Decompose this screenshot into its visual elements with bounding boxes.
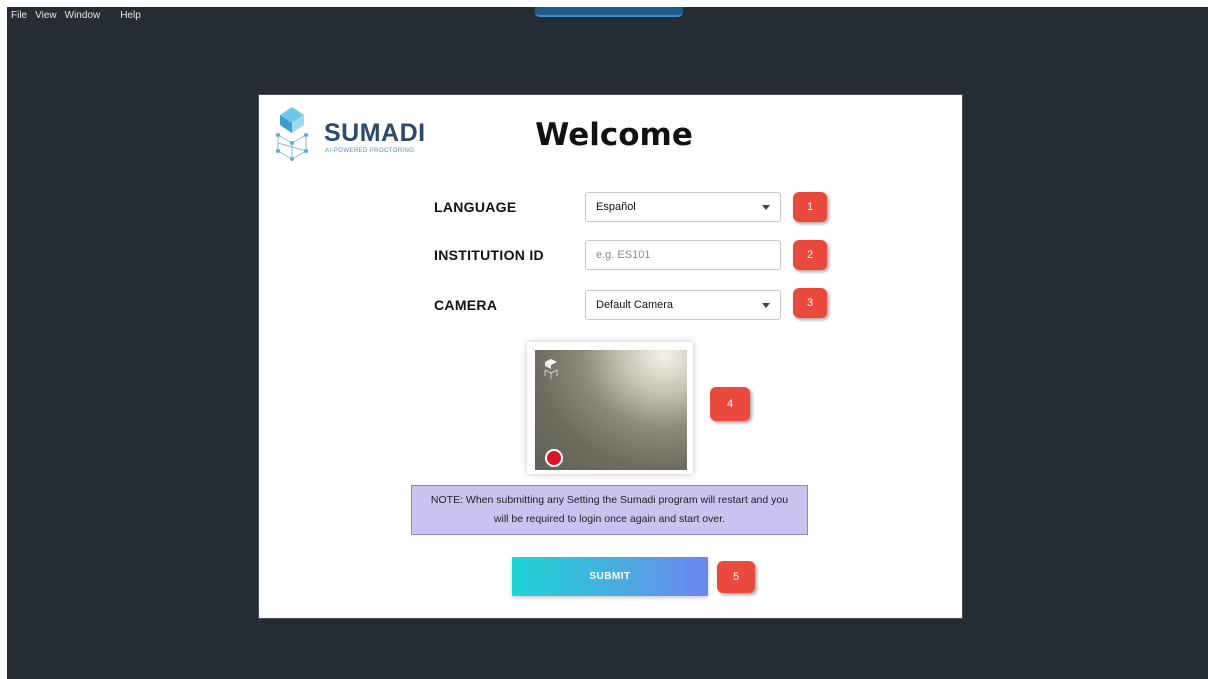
camera-preview xyxy=(527,342,693,474)
page-title: Welcome xyxy=(535,117,693,153)
menu-help[interactable]: Help xyxy=(116,7,145,25)
language-select[interactable]: Español xyxy=(585,192,781,222)
top-tab[interactable] xyxy=(535,7,683,17)
note-line-1: NOTE: When submitting any Setting the Su… xyxy=(430,494,789,506)
institution-id-placeholder: e.g. ES101 xyxy=(596,249,651,261)
note-line-2: will be required to login once again and… xyxy=(493,513,726,525)
chevron-down-icon xyxy=(762,303,770,308)
sumadi-cube-icon xyxy=(276,107,308,161)
institution-id-label: INSTITUTION ID xyxy=(434,247,544,263)
language-value: Español xyxy=(596,201,636,213)
logo-wordmark: SUMADI xyxy=(324,119,426,147)
logo-tagline: AI-POWERED PROCTORING xyxy=(325,148,415,154)
sumadi-logo: SUMADI AI-POWERED PROCTORING xyxy=(274,105,434,165)
record-indicator-icon xyxy=(545,449,563,467)
camera-select[interactable]: Default Camera xyxy=(585,290,781,320)
camera-value: Default Camera xyxy=(596,299,674,311)
step-badge-1: 1 xyxy=(793,192,827,222)
menu-view[interactable]: View xyxy=(31,7,61,25)
submit-button[interactable]: SUBMIT xyxy=(512,557,708,596)
step-badge-4: 4 xyxy=(710,387,750,421)
restart-note: NOTE: When submitting any Setting the Su… xyxy=(411,485,808,535)
welcome-card: SUMADI AI-POWERED PROCTORING Welcome LAN… xyxy=(258,94,963,619)
chevron-down-icon xyxy=(762,205,770,210)
step-badge-3: 3 xyxy=(793,288,827,318)
language-label: LANGUAGE xyxy=(434,199,517,215)
step-badge-2: 2 xyxy=(793,240,827,270)
camera-label: CAMERA xyxy=(434,297,498,313)
institution-id-input[interactable]: e.g. ES101 xyxy=(585,240,781,270)
camera-feed xyxy=(535,350,687,470)
menu-file[interactable]: File xyxy=(7,7,31,25)
menu-window[interactable]: Window xyxy=(61,7,105,25)
step-badge-5: 5 xyxy=(717,561,755,593)
sumadi-watermark-icon xyxy=(544,359,558,379)
app-window: File View Window Help SUMADI AI-POWERED … xyxy=(7,7,1208,679)
